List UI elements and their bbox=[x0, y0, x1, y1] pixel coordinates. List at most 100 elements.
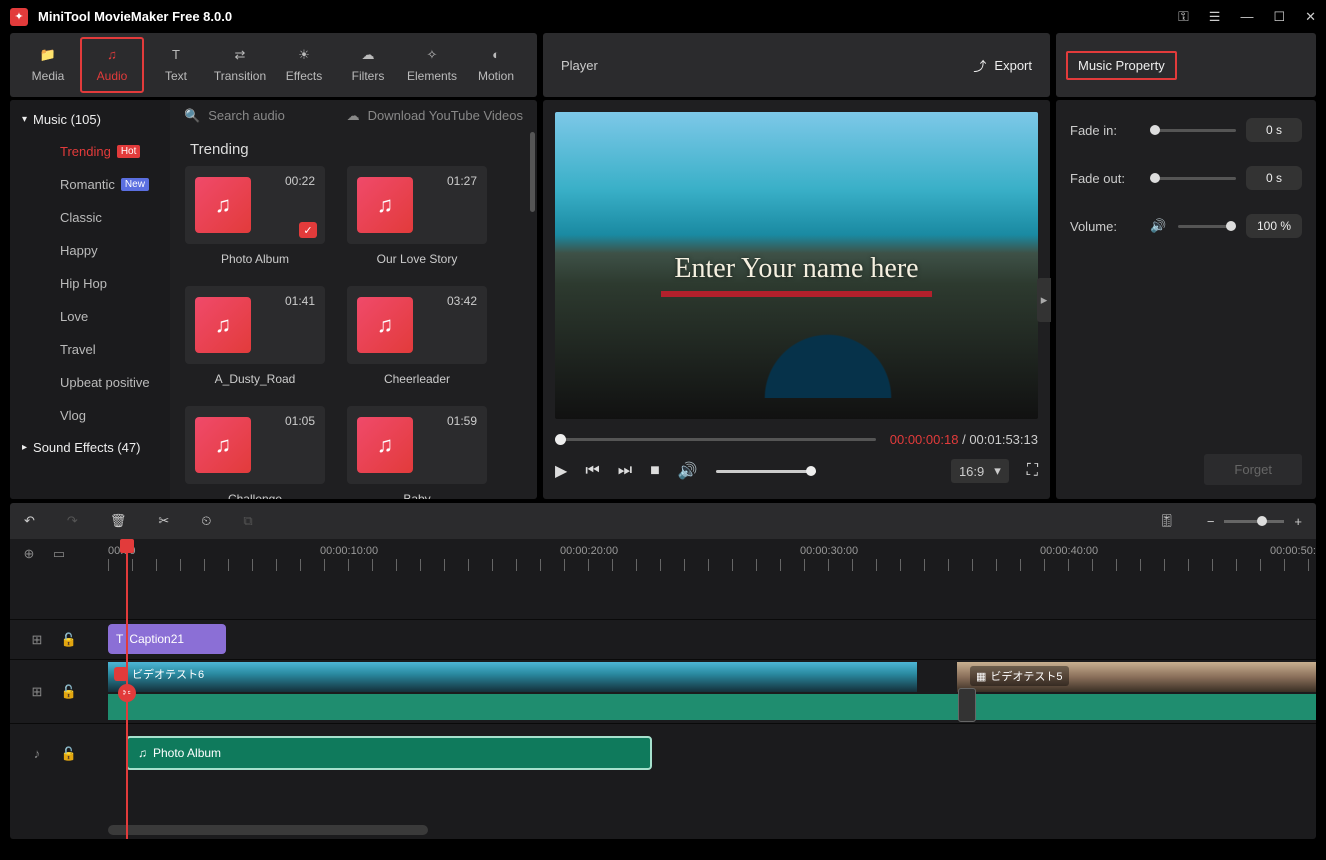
prev-frame-button[interactable]: ⏮ bbox=[585, 462, 599, 480]
video-audio-waveform[interactable] bbox=[108, 694, 1316, 720]
crop-button[interactable]: ⧉ bbox=[243, 513, 252, 529]
ruler-label: 00:00:30:00 bbox=[800, 545, 858, 557]
fade-in-slider[interactable] bbox=[1150, 129, 1236, 132]
audio-duration: 01:41 bbox=[285, 294, 315, 308]
zoom-out-button[interactable]: − bbox=[1207, 514, 1215, 529]
folder-icon: 📁 bbox=[40, 47, 56, 65]
redo-button[interactable]: ↷ bbox=[67, 513, 78, 529]
forget-button[interactable]: Forget bbox=[1204, 454, 1302, 485]
overlay-text: Enter Your name here bbox=[674, 253, 918, 284]
grid-icon: ▦ bbox=[976, 670, 986, 683]
sidebar-item-label: Trending bbox=[60, 144, 111, 159]
stop-button[interactable]: ■ bbox=[650, 462, 660, 480]
split-button[interactable]: ✂ bbox=[158, 513, 169, 529]
search-input[interactable]: Search audio bbox=[208, 108, 285, 123]
play-button[interactable]: ▶ bbox=[555, 461, 567, 481]
tab-audio[interactable]: ♫ Audio bbox=[80, 37, 144, 93]
sidebar-item-vlog[interactable]: Vlog bbox=[10, 399, 170, 432]
export-button[interactable]: ⤴ Export bbox=[973, 56, 1032, 75]
hamburger-menu-icon[interactable]: ☰ bbox=[1209, 9, 1221, 25]
undo-button[interactable]: ↶ bbox=[24, 513, 35, 529]
tab-motion[interactable]: ◐ Motion bbox=[464, 37, 528, 93]
audio-thumb-name: Baby bbox=[403, 492, 430, 499]
track-type-audio-icon[interactable]: ♪ bbox=[28, 745, 46, 763]
audio-clip[interactable]: ♫ Photo Album bbox=[126, 736, 652, 770]
property-header-bar: Music Property bbox=[1056, 33, 1316, 97]
sidebar-item-label: Travel bbox=[60, 342, 96, 357]
sfx-group-header[interactable]: ▸ Sound Effects (47) bbox=[10, 432, 170, 463]
timeline-audio-icon[interactable]: 🎚 bbox=[1158, 513, 1175, 529]
audio-thumb[interactable]: ♫01:27Our Love Story bbox=[346, 166, 488, 266]
sidebar-item-travel[interactable]: Travel bbox=[10, 333, 170, 366]
tab-elements[interactable]: ✧ Elements bbox=[400, 37, 464, 93]
audio-thumb[interactable]: ♫01:05Challenge bbox=[184, 406, 326, 499]
speaker-icon[interactable]: 🔊 bbox=[1150, 218, 1166, 234]
minimize-button[interactable]: — bbox=[1240, 9, 1253, 24]
group-title: Trending bbox=[184, 131, 523, 166]
sidebar-item-romantic[interactable]: Romantic New bbox=[10, 168, 170, 201]
fade-out-slider[interactable] bbox=[1150, 177, 1236, 180]
sidebar-item-upbeat[interactable]: Upbeat positive bbox=[10, 366, 170, 399]
timeline-scrollbar[interactable] bbox=[108, 825, 428, 835]
download-youtube-link[interactable]: Download YouTube Videos bbox=[368, 108, 523, 123]
sidebar-item-label: Love bbox=[60, 309, 88, 324]
audio-thumb[interactable]: ♫03:42Cheerleader bbox=[346, 286, 488, 386]
video-preview[interactable]: Enter Your name here bbox=[555, 112, 1038, 419]
volume-prop-slider[interactable] bbox=[1178, 225, 1236, 228]
audio-thumb[interactable]: ♫01:41A_Dusty_Road bbox=[184, 286, 326, 386]
music-property-button[interactable]: Music Property bbox=[1066, 51, 1177, 80]
fade-in-value[interactable]: 0 s bbox=[1246, 118, 1302, 142]
sidebar-item-label: Upbeat positive bbox=[60, 375, 150, 390]
caption-clip-label: Caption21 bbox=[129, 632, 184, 646]
zoom-slider[interactable] bbox=[1224, 520, 1284, 523]
next-frame-button[interactable]: ⏭ bbox=[618, 462, 632, 480]
timeline-ruler[interactable]: 00:00 00:00:10:00 00:00:20:00 00:00:30:0… bbox=[10, 539, 1316, 575]
music-group-header[interactable]: ▾ Music (105) bbox=[10, 104, 170, 135]
close-button[interactable]: ✕ bbox=[1305, 9, 1316, 25]
volume-prop-value[interactable]: 100 % bbox=[1246, 214, 1302, 238]
search-icon: 🔍 bbox=[184, 108, 200, 124]
tab-media[interactable]: 📁 Media bbox=[16, 37, 80, 93]
sidebar-item-love[interactable]: Love bbox=[10, 300, 170, 333]
scrollbar[interactable] bbox=[530, 132, 535, 212]
audio-thumb-name: A_Dusty_Road bbox=[215, 372, 296, 386]
music-thumbnail-icon: ♫ bbox=[357, 297, 413, 353]
aspect-ratio-select[interactable]: 16:9 ▾ bbox=[951, 459, 1009, 483]
track-type-caption-icon[interactable]: ⊞ bbox=[28, 631, 46, 649]
audio-thumb[interactable]: ♫01:59Baby bbox=[346, 406, 488, 499]
tab-filters[interactable]: ☁ Filters bbox=[336, 37, 400, 93]
video-clip-strip[interactable] bbox=[108, 662, 1316, 692]
tab-text[interactable]: T Text bbox=[144, 37, 208, 93]
time-display: 00:00:00:18 / 00:01:53:13 bbox=[890, 432, 1038, 447]
maximize-button[interactable]: ☐ bbox=[1273, 9, 1285, 25]
track-lock-icon[interactable]: 🔓 bbox=[60, 631, 78, 649]
track-lock-icon[interactable]: 🔓 bbox=[60, 745, 78, 763]
ruler-label: 00:00:50:0 bbox=[1270, 545, 1316, 557]
sidebar-item-happy[interactable]: Happy bbox=[10, 234, 170, 267]
ruler-label: 00:00:10:00 bbox=[320, 545, 378, 557]
scrub-slider[interactable] bbox=[555, 438, 876, 441]
playhead[interactable] bbox=[126, 539, 128, 839]
fullscreen-button[interactable]: ⛶ bbox=[1027, 462, 1038, 480]
sidebar-item-trending[interactable]: Trending Hot bbox=[10, 135, 170, 168]
tab-motion-label: Motion bbox=[478, 69, 514, 83]
delete-button[interactable]: 🗑 bbox=[110, 513, 127, 529]
zoom-in-button[interactable]: + bbox=[1294, 514, 1302, 529]
tab-transition[interactable]: ⇄ Transition bbox=[208, 37, 272, 93]
transition-handle[interactable] bbox=[958, 688, 976, 722]
tab-effects[interactable]: ☀ Effects bbox=[272, 37, 336, 93]
panel-collapse-button[interactable]: ▸ bbox=[1037, 278, 1051, 322]
volume-icon[interactable]: 🔊 bbox=[678, 461, 698, 481]
volume-slider[interactable] bbox=[716, 470, 816, 473]
track-type-video-icon[interactable]: ⊞ bbox=[28, 683, 46, 701]
fade-in-label: Fade in: bbox=[1070, 123, 1140, 138]
sidebar-item-classic[interactable]: Classic bbox=[10, 201, 170, 234]
fade-out-value[interactable]: 0 s bbox=[1246, 166, 1302, 190]
audio-duration: 03:42 bbox=[447, 294, 477, 308]
speed-button[interactable]: ⏲ bbox=[201, 513, 211, 529]
music-note-icon: ♫ bbox=[107, 47, 117, 65]
license-key-icon[interactable]: ⚿ bbox=[1178, 8, 1189, 25]
track-lock-icon[interactable]: 🔓 bbox=[60, 683, 78, 701]
sidebar-item-hiphop[interactable]: Hip Hop bbox=[10, 267, 170, 300]
audio-thumb[interactable]: ♫00:22✓Photo Album bbox=[184, 166, 326, 266]
